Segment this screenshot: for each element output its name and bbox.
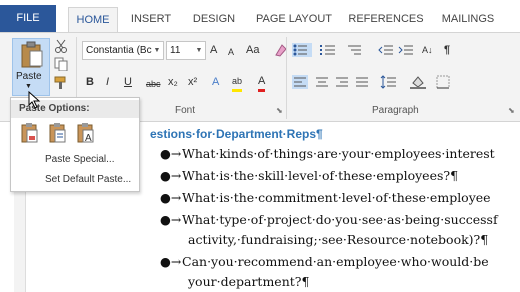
paragraph-group-label: Paragraph: [372, 105, 419, 116]
strikethrough-button[interactable]: abc: [146, 76, 161, 92]
line-spacing-icon[interactable]: [380, 75, 398, 89]
superscript-button[interactable]: x²: [188, 74, 197, 90]
bullet-marker: ●→: [160, 254, 182, 269]
shrink-font-button[interactable]: A: [228, 44, 234, 60]
grow-font-button[interactable]: A: [210, 42, 217, 58]
bullet-text: Can·you·recommend·an·employee·who·would·…: [182, 254, 489, 269]
numbering-icon[interactable]: [320, 43, 338, 57]
keep-text-only-icon[interactable]: A: [75, 122, 99, 144]
chevron-down-icon[interactable]: ▼: [151, 42, 163, 59]
bullet-item: ●→What·kinds·of·things·are·your·employee…: [160, 146, 495, 161]
bullet-text: What·kinds·of·things·are·your·employees·…: [182, 146, 495, 161]
bullet-item: ●→What·is·the·skill·level·of·these·emplo…: [160, 168, 458, 183]
tab-home[interactable]: HOME: [68, 7, 118, 33]
show-marks-button[interactable]: ¶: [444, 42, 450, 58]
tab-mailings[interactable]: MAILINGS: [434, 8, 502, 32]
paste-dropdown-arrow[interactable]: ▼: [25, 83, 32, 90]
sort-button[interactable]: A↓: [422, 42, 433, 58]
tab-file[interactable]: FILE: [0, 5, 56, 32]
font-name-box[interactable]: Constantia (Bc ▼: [82, 41, 164, 60]
paste-special-item[interactable]: Paste Special...: [45, 154, 114, 165]
merge-formatting-icon[interactable]: [47, 122, 71, 144]
format-painter-icon[interactable]: [54, 75, 68, 89]
font-name-value: Constantia (Bc: [86, 45, 152, 56]
align-center-icon[interactable]: [314, 75, 330, 89]
bullet-text: What·type·of·project·do·you·see·as·being…: [182, 212, 498, 227]
mouse-cursor-icon: [28, 91, 41, 109]
chevron-down-icon[interactable]: ▼: [193, 42, 205, 59]
multilevel-list-icon[interactable]: [346, 43, 364, 57]
bullet-text: What·is·the·commitment·level·of·these·em…: [182, 190, 491, 205]
font-size-box[interactable]: 11 ▼: [166, 41, 206, 60]
italic-button[interactable]: I: [106, 74, 109, 90]
font-group-label: Font: [175, 105, 196, 116]
bullets-icon[interactable]: [292, 43, 312, 57]
bullet-marker: ●→: [160, 190, 182, 205]
bullet-marker: ●→: [160, 146, 182, 161]
justify-icon[interactable]: [354, 75, 370, 89]
paste-label: Paste: [16, 71, 42, 82]
bullet-item: ●→What·is·the·commitment·level·of·these·…: [160, 190, 491, 205]
bullet-continuation: your·department?¶: [188, 274, 310, 289]
copy-icon[interactable]: [54, 57, 68, 71]
paste-options-menu: Paste Options: A Paste Special... Set De…: [10, 97, 140, 192]
borders-icon[interactable]: [436, 75, 450, 89]
bullet-continuation: activity,·fundraising;·see·Resource·note…: [188, 232, 489, 247]
increase-indent-icon[interactable]: [398, 43, 414, 57]
bullet-marker: ●→: [160, 168, 182, 183]
font-size-value: 11: [170, 45, 181, 56]
text-effects-button[interactable]: A: [212, 74, 219, 90]
svg-text:A: A: [85, 133, 92, 144]
group-separator: [286, 37, 287, 119]
clipboard-icon: [21, 41, 43, 68]
tab-page-layout[interactable]: PAGE LAYOUT: [252, 8, 336, 32]
change-case-button[interactable]: Aa: [246, 42, 259, 58]
bullet-item: ●→Can·you·recommend·an·employee·who·woul…: [160, 254, 489, 269]
bold-button[interactable]: B: [86, 74, 94, 90]
paste-button[interactable]: Paste ▼: [12, 38, 50, 96]
shading-icon[interactable]: [410, 75, 426, 89]
tab-references[interactable]: REFERENCES: [346, 8, 426, 32]
ribbon-tab-strip: FILE HOME INSERT DESIGN PAGE LAYOUT REFE…: [0, 0, 520, 33]
highlight-button[interactable]: ab: [232, 73, 243, 92]
dialog-launcher-icon[interactable]: ⬊: [508, 106, 515, 115]
decrease-indent-icon[interactable]: [378, 43, 394, 57]
cut-icon[interactable]: [54, 39, 68, 53]
underline-button[interactable]: U: [124, 74, 132, 90]
align-right-icon[interactable]: [334, 75, 350, 89]
set-default-paste-item[interactable]: Set Default Paste...: [45, 174, 131, 185]
bullet-text: What·is·the·skill·level·of·these·employe…: [182, 168, 459, 183]
subscript-button[interactable]: x₂: [168, 74, 178, 90]
document-heading: estions·for·Department·Reps¶: [150, 127, 323, 141]
bullet-item: ●→What·type·of·project·do·you·see·as·bei…: [160, 212, 498, 227]
bullet-marker: ●→: [160, 212, 182, 227]
keep-source-formatting-icon[interactable]: [19, 122, 43, 144]
tab-design[interactable]: DESIGN: [186, 8, 242, 32]
font-color-button[interactable]: A: [258, 73, 266, 92]
tab-insert[interactable]: INSERT: [126, 8, 176, 32]
align-left-icon[interactable]: [292, 75, 308, 89]
dialog-launcher-icon[interactable]: ⬊: [276, 106, 283, 115]
